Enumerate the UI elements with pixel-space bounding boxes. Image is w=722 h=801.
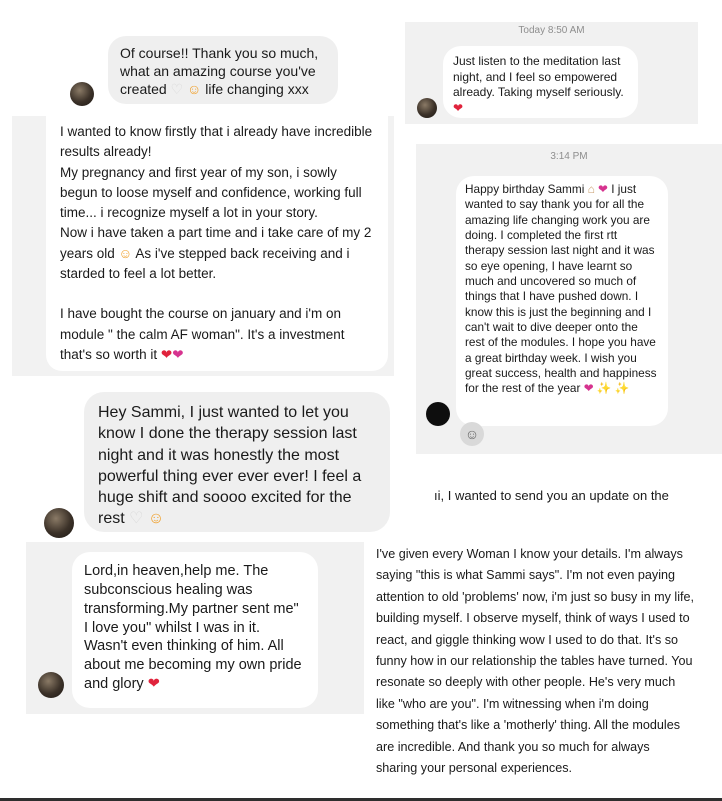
red-heart-icon: ❤ xyxy=(453,100,464,115)
avatar xyxy=(426,402,450,426)
message-bubble: Hey Sammi, I just wanted to let you know… xyxy=(84,392,390,532)
pink-heart-icon: ❤ xyxy=(598,182,608,196)
white-heart-icon: ♡ xyxy=(129,510,144,528)
pink-heart-icon: ❤ xyxy=(172,346,184,362)
birthday-cake-icon: ⌂ xyxy=(587,182,595,196)
timestamp: Today 8:50 AM xyxy=(518,25,585,36)
message-text: I just wanted to say thank you for all t… xyxy=(465,182,657,396)
pink-heart-icon-end: ❤ xyxy=(583,381,594,396)
white-heart-icon: ♡ xyxy=(170,81,184,98)
message-bubble: Just listen to the meditation last night… xyxy=(443,46,638,118)
smiling-face-hearts-icon: ☺ xyxy=(187,81,202,98)
message-text: Hey Sammi, I just wanted to let you know… xyxy=(98,404,362,528)
message-text: I wanted to know firstly that i already … xyxy=(60,124,373,261)
avatar xyxy=(38,672,64,698)
screenshot-middle-right: 3:14 PM Happy birthday Sammi ⌂ ❤ I just … xyxy=(416,144,722,454)
screenshot-lord-heaven: Lord,in heaven,help me. The subconscious… xyxy=(26,542,364,714)
smiling-face-hearts-icon: ☺ xyxy=(118,245,133,261)
screenshot-top-right: Today 8:50 AM Just listen to the meditat… xyxy=(405,22,698,124)
message-head-text: Happy birthday Sammi xyxy=(465,182,585,196)
timestamp: 3:14 PM xyxy=(550,151,588,162)
pleading-face-icon: ☺ xyxy=(147,510,165,528)
message-tail-text: life changing xxx xyxy=(205,81,309,98)
message-bubble: Lord,in heaven,help me. The subconscious… xyxy=(72,552,318,708)
update-snippet-text: ıi, I wanted to send you an update on th… xyxy=(434,488,669,503)
sparkles-icon: ✨ ✨ xyxy=(596,381,630,396)
message-text: Just listen to the meditation last night… xyxy=(453,54,624,100)
avatar xyxy=(44,508,74,538)
red-heart-icon: ❤ xyxy=(147,676,160,693)
avatar xyxy=(70,82,94,106)
message-bubble: Of course!! Thank you so much, what an a… xyxy=(108,36,338,104)
message-text-continued: As i've stepped back receiving and i sta… xyxy=(60,245,350,362)
long-note-text: I've given every Woman I know your detai… xyxy=(376,547,698,776)
red-heart-icon: ❤ xyxy=(160,346,173,362)
message-text: Lord,in heaven,help me. The subconscious… xyxy=(84,563,302,693)
message-bubble: Happy birthday Sammi ⌂ ❤ I just wanted t… xyxy=(456,176,668,426)
screenshot-hey-sammi: Hey Sammi, I just wanted to let you know… xyxy=(40,392,396,542)
add-reaction-icon[interactable]: ☺ xyxy=(460,422,484,446)
message-bubble: I wanted to know firstly that i already … xyxy=(46,116,388,371)
avatar xyxy=(417,98,437,118)
screenshot-top-left: Of course!! Thank you so much, what an a… xyxy=(60,30,350,110)
screenshot-middle-left: I wanted to know firstly that i already … xyxy=(12,116,394,376)
